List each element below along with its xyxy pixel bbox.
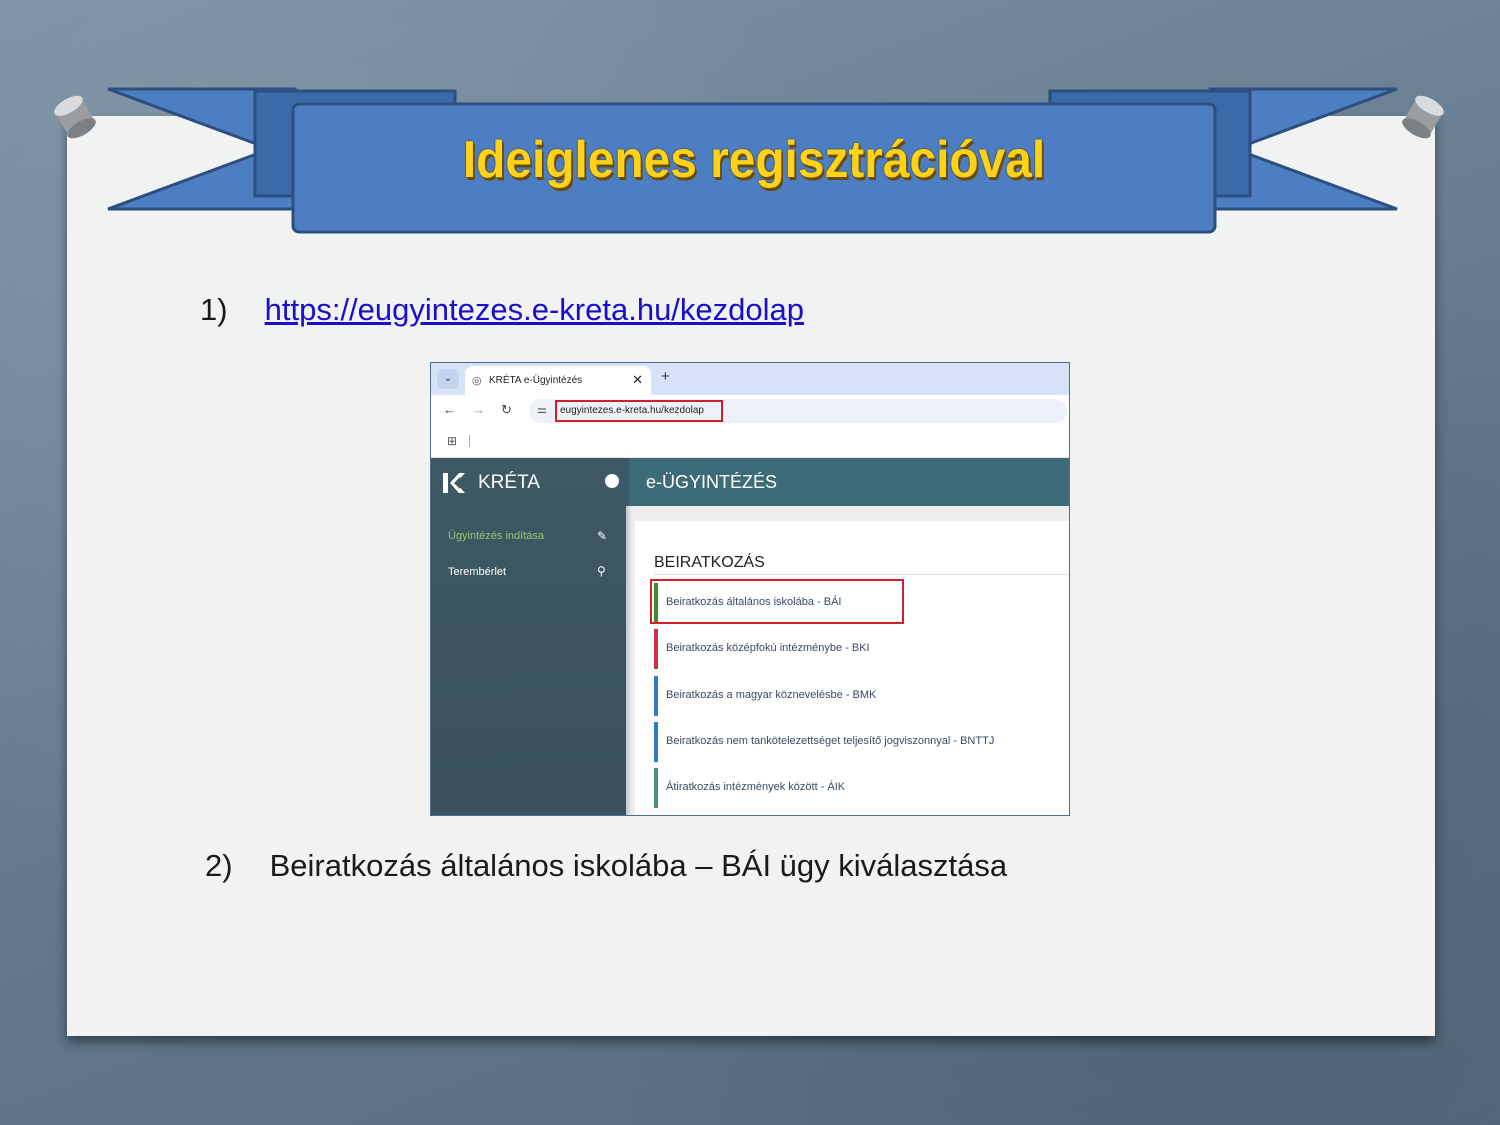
section-divider (654, 574, 1069, 575)
step-2: 2) Beiratkozás általános iskolába – BÁI … (205, 848, 1007, 884)
step-1-number: 1) (200, 292, 228, 327)
header-shadow (626, 458, 632, 815)
tab-bar: ⌄ ◎ KRÉTA e-Ügyintézés ✕ + (431, 363, 1069, 395)
app-content: BEIRATKOZÁS Beiratkozás általános iskolá… (626, 506, 1069, 815)
bookmarks-divider (469, 435, 470, 447)
bookmarks-bar: ⊞ (431, 427, 1069, 458)
bai-highlight-box (650, 579, 904, 624)
item-label: Átiratkozás intézmények között - ÁIK (666, 781, 846, 793)
kreta-logo-icon (443, 473, 465, 493)
apps-icon[interactable]: ⊞ (447, 434, 457, 448)
new-tab-button[interactable]: + (661, 368, 670, 385)
edit-note-icon[interactable]: ✎ (597, 529, 607, 543)
item-color-bar (654, 722, 658, 762)
item-color-bar (654, 629, 658, 669)
kreta-url-link[interactable]: https://eugyintezes.e-kreta.hu/kezdolap (265, 292, 804, 327)
step-2-number: 2) (205, 848, 233, 883)
address-row: ← → ↻ ⚌ (431, 395, 1069, 427)
section-title: BEIRATKOZÁS (654, 554, 765, 571)
step-2-text: Beiratkozás általános iskolába – BÁI ügy… (269, 848, 1008, 883)
forward-icon[interactable]: → (472, 402, 485, 417)
sidebar-item-ugyintezes-inditasa[interactable]: Ügyintézés indítása (448, 530, 544, 542)
sidebar-item-terembérlet[interactable]: Terembérlet (448, 566, 506, 578)
globe-icon: ◎ (472, 375, 482, 387)
tune-icon[interactable]: ⚌ (537, 403, 547, 416)
list-item[interactable]: Beiratkozás a magyar köznevelésbe - BMK (654, 676, 1064, 716)
browser-screenshot: ⌄ ◎ KRÉTA e-Ügyintézés ✕ + ← → ↻ ⚌ eugyi… (430, 362, 1070, 816)
app-sidebar: KRÉTA Ügyintézés indítása ✎ Terembérlet … (431, 458, 626, 815)
app-brand: KRÉTA (478, 472, 540, 493)
app-header: e-ÜGYINTÉZÉS (626, 458, 1069, 506)
list-item[interactable]: Beiratkozás középfokú intézménybe - BKI (654, 629, 1064, 669)
url-highlight[interactable]: eugyintezes.e-kreta.hu/kezdolap (555, 400, 723, 422)
left-pin-icon (54, 95, 96, 139)
browser-tab[interactable]: ◎ KRÉTA e-Ügyintézés ✕ (465, 366, 651, 395)
reload-icon[interactable]: ↻ (501, 402, 512, 418)
close-tab-icon[interactable]: ✕ (632, 372, 643, 388)
list-item[interactable]: Átiratkozás intézmények között - ÁIK (654, 768, 1064, 808)
item-label: Beiratkozás a magyar köznevelésbe - BMK (666, 689, 877, 701)
item-color-bar (654, 768, 658, 808)
back-icon[interactable]: ← (443, 402, 456, 417)
item-color-bar (654, 676, 658, 716)
list-item[interactable]: Beiratkozás nem tankötelezettséget telje… (654, 722, 1064, 762)
search-icon[interactable]: ⚲ (597, 564, 606, 578)
step-1: 1) https://eugyintezes.e-kreta.hu/kezdol… (200, 292, 804, 328)
item-label: Beiratkozás középfokú intézménybe - BKI (666, 642, 870, 654)
slide-title: Ideiglenes regisztrációval (462, 131, 1046, 189)
sidebar-toggle[interactable] (605, 474, 619, 488)
app-header-title: e-ÜGYINTÉZÉS (646, 472, 778, 492)
item-label: Beiratkozás nem tankötelezettséget telje… (666, 735, 995, 747)
tab-title: KRÉTA e-Ügyintézés (489, 375, 583, 386)
enrollment-card: BEIRATKOZÁS Beiratkozás általános iskolá… (635, 521, 1069, 815)
chevron-down-icon[interactable]: ⌄ (437, 369, 459, 389)
